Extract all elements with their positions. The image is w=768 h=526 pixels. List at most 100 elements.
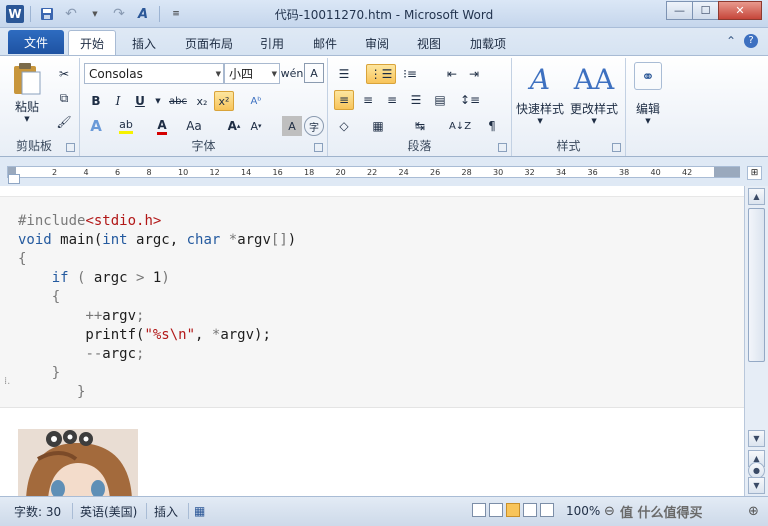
grow-font-icon[interactable]: A ▴ xyxy=(224,116,244,136)
font-family-select[interactable]: Consolas ▼ xyxy=(84,63,224,84)
dialog-launcher-icon[interactable] xyxy=(66,143,75,152)
justify-icon[interactable]: ☰ xyxy=(406,90,426,110)
enclose-char-icon[interactable]: 字 xyxy=(304,116,324,136)
tab-references[interactable]: 引用 xyxy=(250,30,294,56)
char-shading-icon[interactable]: A xyxy=(282,116,302,136)
zoom-out-icon[interactable]: ⊖ xyxy=(604,501,615,521)
increase-indent-icon[interactable]: ⇥ xyxy=(464,64,484,84)
multilevel-list-icon[interactable]: ⁝≡ xyxy=(400,64,420,84)
font-group-label: 字体 xyxy=(191,139,216,153)
font-color-icon[interactable]: A xyxy=(152,116,172,136)
code-token: ; xyxy=(136,346,145,362)
scroll-up-icon[interactable]: ▲ xyxy=(748,188,765,205)
tab-review[interactable]: 审阅 xyxy=(355,30,399,56)
ruler-tick-label: 20 xyxy=(335,168,346,177)
highlight-icon[interactable]: ab xyxy=(116,116,136,136)
editing-button[interactable]: ⚭ 编辑 ▼ xyxy=(634,62,662,125)
superscript-icon[interactable]: x² xyxy=(214,91,234,111)
language-indicator[interactable]: 英语(美国) xyxy=(80,501,137,521)
change-styles-button[interactable]: AA 更改样式 ▼ xyxy=(570,62,618,126)
document-area[interactable]: #include<stdio.h> void main(int argc, cha… xyxy=(0,186,744,496)
copy-icon[interactable]: ⧉ xyxy=(54,88,74,108)
dialog-launcher-icon[interactable] xyxy=(612,143,621,152)
scroll-thumb[interactable] xyxy=(748,208,765,362)
dialog-launcher-icon[interactable] xyxy=(498,143,507,152)
group-styles: A 快速样式 ▼ AA 更改样式 ▼ 样式 xyxy=(512,58,626,156)
view-ruler-icon[interactable]: ⊞ xyxy=(747,166,762,180)
paste-button[interactable]: 粘贴 ▼ xyxy=(10,62,44,123)
vertical-scrollbar[interactable]: ▲ ▼ ▲ ● ▼ xyxy=(744,186,768,496)
line-spacing-icon[interactable]: ↕≡ xyxy=(460,90,480,110)
decrease-indent-icon[interactable]: ⇤ xyxy=(442,64,462,84)
next-page-icon[interactable]: ▼ xyxy=(748,477,765,494)
outline-icon[interactable] xyxy=(523,503,537,517)
align-center-icon[interactable]: ≡ xyxy=(358,90,378,110)
font-family-value: Consolas xyxy=(89,66,143,81)
chinese-layout-icon[interactable]: ↹ xyxy=(410,116,430,136)
word-count[interactable]: 字数: 30 xyxy=(14,501,61,521)
distributed-icon[interactable]: ▤ xyxy=(430,90,450,110)
code-line: { xyxy=(18,251,26,267)
ruler-tick-label: 36 xyxy=(587,168,598,177)
subscript-icon[interactable]: x₂ xyxy=(192,91,212,111)
horizontal-ruler[interactable]: 2 4 6 8 10 12 14 16 18 20 22 24 26 28 30 32 34 36 38 40 42 xyxy=(7,166,740,178)
group-font: Consolas ▼ 小四 ▼ wén A B I U ▼ abc x₂ x² … xyxy=(80,58,328,156)
styles-group-label: 样式 xyxy=(556,139,581,153)
strikethrough-icon[interactable]: abc xyxy=(168,91,188,111)
help-icon[interactable]: ? xyxy=(744,34,758,48)
align-left-icon[interactable]: ≡ xyxy=(334,90,354,110)
align-right-icon[interactable]: ≡ xyxy=(382,90,402,110)
tab-page-layout[interactable]: 页面布局 xyxy=(176,30,242,56)
insert-mode[interactable]: 插入 xyxy=(154,501,178,521)
clear-format-icon[interactable]: Aᵇ xyxy=(246,91,266,111)
change-case-icon[interactable]: Aa xyxy=(184,116,204,136)
tab-view[interactable]: 视图 xyxy=(407,30,451,56)
tab-insert[interactable]: 插入 xyxy=(122,30,166,56)
macro-record-icon[interactable]: ▦ xyxy=(194,501,205,521)
close-button[interactable]: ✕ xyxy=(718,1,762,20)
bold-icon[interactable]: B xyxy=(86,91,106,111)
show-marks-icon[interactable]: ¶ xyxy=(482,116,502,136)
sort-icon[interactable]: A↓Z xyxy=(449,116,471,136)
chevron-down-icon[interactable]: ▼ xyxy=(148,91,168,111)
code-line: { xyxy=(18,289,60,305)
scroll-down-icon[interactable]: ▼ xyxy=(748,430,765,447)
tab-file[interactable]: 文件 xyxy=(8,30,64,54)
chevron-down-icon[interactable]: ▼ xyxy=(24,115,29,123)
minimize-button[interactable]: — xyxy=(666,1,693,20)
zoom-level[interactable]: 100% xyxy=(566,501,600,521)
shading-icon[interactable]: ◇ xyxy=(334,116,354,136)
draft-icon[interactable] xyxy=(540,503,554,517)
tab-home[interactable]: 开始 xyxy=(68,30,116,56)
font-size-select[interactable]: 小四 ▼ xyxy=(224,63,280,84)
bullets-icon[interactable]: ☰ xyxy=(334,64,354,84)
phonetic-guide-icon[interactable]: wén xyxy=(281,63,304,83)
print-layout-icon[interactable] xyxy=(472,503,486,517)
tab-stop-selector[interactable] xyxy=(8,174,20,184)
ruler-tick-label: 16 xyxy=(272,168,283,177)
full-screen-reading-icon[interactable] xyxy=(489,503,503,517)
borders-icon[interactable]: ▦ xyxy=(368,116,388,136)
ribbon-tabs: 文件 开始 插入 页面布局 引用 邮件 审阅 视图 加载项 ⌃ ? xyxy=(0,28,768,56)
italic-icon[interactable]: I xyxy=(108,91,128,111)
divider xyxy=(188,503,189,519)
cut-icon[interactable]: ✂ xyxy=(54,64,74,84)
char-border-icon[interactable]: A xyxy=(304,63,324,83)
maximize-button[interactable]: ☐ xyxy=(692,1,719,20)
shrink-font-icon[interactable]: A ▾ xyxy=(246,116,266,136)
underline-icon[interactable]: U xyxy=(130,91,150,111)
numbering-icon[interactable]: ⋮☰ xyxy=(366,64,396,84)
embedded-image[interactable] xyxy=(18,429,138,496)
web-layout-icon[interactable] xyxy=(506,503,520,517)
quick-styles-button[interactable]: A 快速样式 ▼ xyxy=(516,62,564,126)
dialog-launcher-icon[interactable] xyxy=(314,143,323,152)
tab-mailings[interactable]: 邮件 xyxy=(303,30,347,56)
text-effects-icon[interactable]: A xyxy=(86,116,106,136)
collapse-ribbon-icon[interactable]: ⌃ xyxy=(726,34,736,48)
code-token: } xyxy=(51,365,61,381)
zoom-in-icon[interactable]: ⊕ xyxy=(748,501,759,521)
format-painter-icon[interactable]: 🖌 xyxy=(54,112,74,132)
tab-addins[interactable]: 加载项 xyxy=(460,30,516,56)
window-controls: — ☐ ✕ xyxy=(666,1,762,20)
